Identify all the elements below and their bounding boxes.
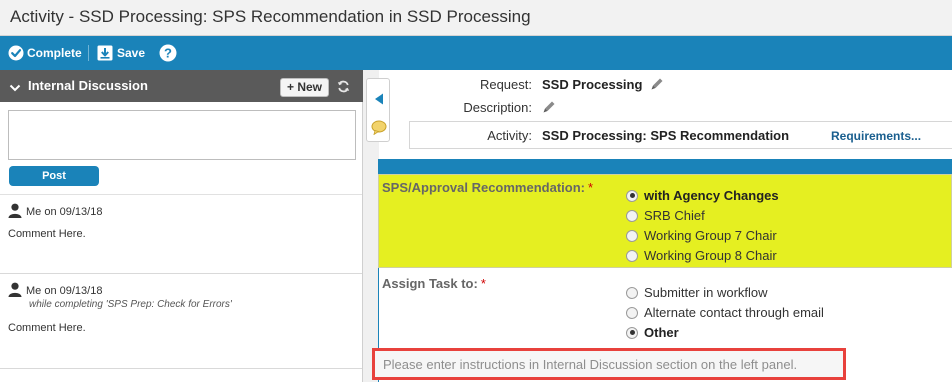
comment-author-text: Me on 09/13/18 (26, 206, 103, 218)
instruction-text: Please enter instructions in Internal Di… (383, 357, 798, 372)
form-header-bar (378, 159, 952, 174)
user-icon (8, 203, 22, 221)
radio-alternate-contact[interactable]: Alternate contact through email (626, 305, 824, 320)
request-label: Request: (479, 77, 532, 92)
side-tab[interactable] (366, 78, 390, 142)
title-bar: Activity - SSD Processing: SPS Recommend… (0, 0, 952, 36)
help-button[interactable]: ? (159, 36, 177, 70)
comment-context: while completing 'SPS Prep: Check for Er… (29, 299, 232, 310)
radio-icon[interactable] (626, 209, 638, 222)
radio-selected-icon[interactable] (626, 189, 638, 202)
required-marker: * (587, 180, 594, 195)
internal-discussion-panel: Internal Discussion + New Post Me on 09/… (0, 70, 363, 382)
save-button[interactable]: Save (97, 36, 145, 70)
window-title: Activity - SSD Processing: SPS Recommend… (10, 7, 531, 26)
radio-submitter-in-workflow[interactable]: Submitter in workflow (626, 285, 768, 300)
radio-label: Other (644, 325, 679, 340)
radio-working-group-7-chair[interactable]: Working Group 7 Chair (626, 228, 777, 243)
activity-label: Activity: (487, 128, 532, 143)
save-icon (97, 45, 113, 61)
chevron-down-icon[interactable] (9, 80, 21, 98)
radio-selected-icon[interactable] (626, 326, 638, 339)
recommendation-label: SPS/Approval Recommendation: * (382, 180, 593, 195)
svg-text:?: ? (164, 46, 172, 61)
list-item: Me on 09/13/18 Comment Here. (0, 195, 362, 274)
toolbar: Complete Save ? (0, 36, 952, 70)
radio-icon[interactable] (626, 249, 638, 262)
comment-author: Me on 09/13/18 (8, 282, 102, 300)
discussion-list: Me on 09/13/18 Comment Here. Me on 09/13… (0, 194, 362, 382)
complete-label: Complete (27, 46, 82, 60)
assign-task-label: Assign Task to: * (382, 276, 486, 291)
radio-icon[interactable] (626, 306, 638, 319)
radio-other[interactable]: Other (626, 325, 679, 340)
radio-with-agency-changes[interactable]: with Agency Changes (626, 188, 779, 203)
radio-label: with Agency Changes (644, 188, 779, 203)
check-circle-icon (8, 45, 24, 61)
discussion-header: Internal Discussion + New (0, 70, 363, 102)
activity-window: Activity - SSD Processing: SPS Recommend… (0, 0, 952, 382)
request-value: SSD Processing (542, 77, 643, 92)
radio-icon[interactable] (626, 286, 638, 299)
required-marker: * (480, 276, 486, 291)
radio-working-group-8-chair[interactable]: Working Group 8 Chair (626, 248, 777, 263)
post-button[interactable]: Post (9, 166, 99, 186)
comment-author-text: Me on 09/13/18 (26, 285, 103, 297)
user-icon (8, 282, 22, 300)
comment-body: Comment Here. (8, 322, 86, 334)
radio-srb-chief[interactable]: SRB Chief (626, 208, 705, 223)
radio-icon[interactable] (626, 229, 638, 242)
radio-label: Working Group 7 Chair (644, 228, 777, 243)
list-item: Me on 09/13/18 while completing 'SPS Pre… (0, 274, 362, 369)
toolbar-divider (88, 45, 89, 61)
save-label: Save (117, 46, 146, 60)
refresh-icon[interactable] (337, 80, 350, 98)
new-comment-button[interactable]: + New (280, 78, 329, 97)
recommendation-label-text: SPS/Approval Recommendation: (382, 180, 585, 195)
radio-label: Submitter in workflow (644, 285, 768, 300)
help-icon: ? (159, 44, 177, 62)
assign-task-label-text: Assign Task to: (382, 276, 478, 291)
instruction-callout: Please enter instructions in Internal Di… (372, 348, 846, 380)
requirements-link[interactable]: Requirements... (831, 129, 921, 143)
complete-button[interactable]: Complete (8, 36, 82, 70)
edit-description-icon[interactable] (542, 100, 556, 119)
edit-request-icon[interactable] (650, 77, 664, 96)
comment-bubble-icon[interactable] (371, 120, 387, 140)
comment-body: Comment Here. (8, 228, 86, 240)
description-label: Description: (463, 100, 532, 115)
radio-label: SRB Chief (644, 208, 705, 223)
comment-author: Me on 09/13/18 (8, 203, 102, 221)
comment-input[interactable] (8, 110, 356, 160)
collapse-arrow-icon[interactable] (374, 92, 384, 110)
radio-label: Alternate contact through email (644, 305, 824, 320)
discussion-title: Internal Discussion (28, 78, 148, 93)
radio-label: Working Group 8 Chair (644, 248, 777, 263)
activity-value: SSD Processing: SPS Recommendation (542, 128, 790, 143)
